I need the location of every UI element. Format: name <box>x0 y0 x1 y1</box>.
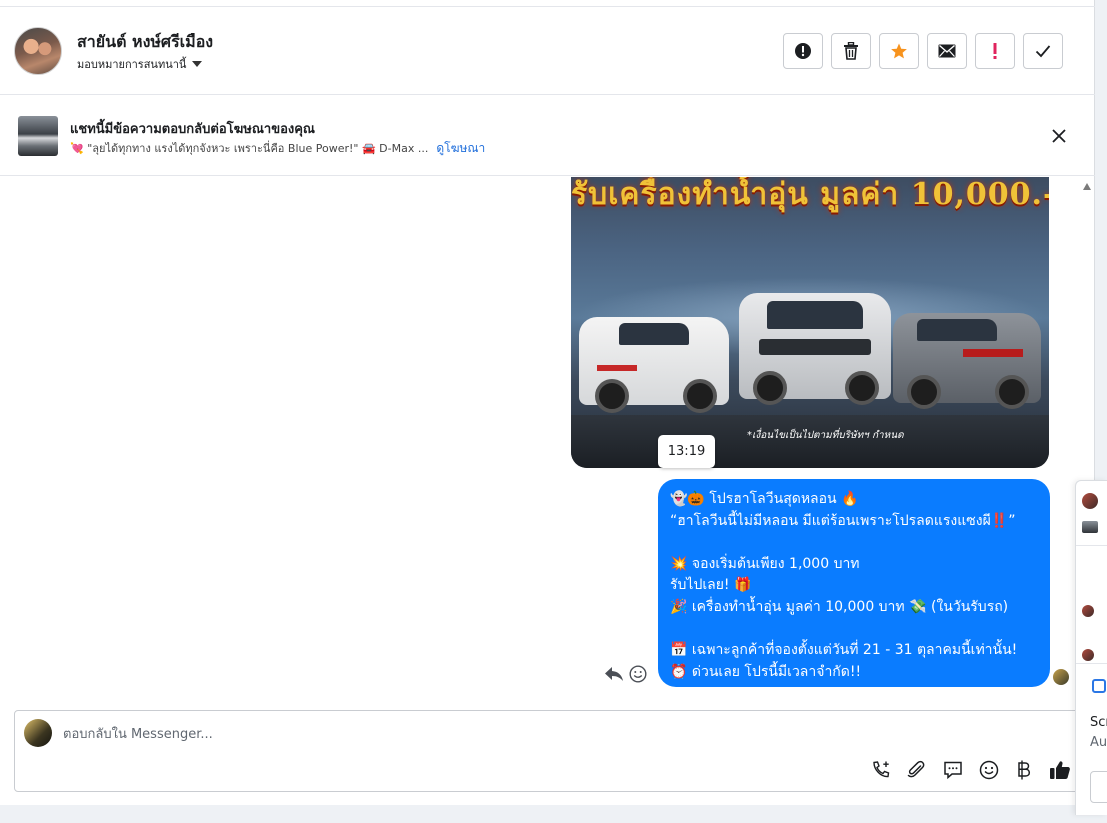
bubble-line: รับไปเลย! 🎁 <box>670 577 752 594</box>
star-button[interactable] <box>879 33 919 69</box>
ad-snippet: 💘 "ลุยได้ทุกทาง แรงได้ทุกจังหวะ เพราะนี่… <box>70 142 429 155</box>
assign-label: มอบหมายการสนทนานี้ <box>77 58 187 71</box>
panel-thumbnail <box>1082 521 1098 533</box>
view-ad-link[interactable]: ดูโฆษณา <box>436 139 485 158</box>
add-call-button[interactable] <box>870 759 892 781</box>
panel-app-icon <box>1092 679 1106 693</box>
promo-image-headline: รับเครื่องทำน้ำอุ่น มูลค่า 10,000.- <box>571 177 1049 212</box>
panel-button[interactable] <box>1090 771 1107 803</box>
message-timestamp: 13:19 <box>658 435 715 468</box>
saved-replies-button[interactable] <box>942 759 964 781</box>
mark-done-button[interactable] <box>1023 33 1063 69</box>
star-icon <box>891 43 907 59</box>
attach-button[interactable] <box>905 759 927 781</box>
contact-name[interactable]: สายันต์ หงษ์ศรีเมือง <box>77 30 213 55</box>
page-avatar <box>24 719 52 747</box>
reply-icon[interactable] <box>604 665 624 683</box>
panel-divider <box>1076 545 1107 546</box>
close-icon <box>1052 129 1066 143</box>
react-emoji-icon[interactable] <box>629 665 647 683</box>
thumbs-up-icon <box>1050 761 1070 779</box>
baht-payment-icon <box>1018 760 1031 780</box>
silver-pickup-center <box>739 293 891 405</box>
seen-receipt-avatar <box>1053 669 1069 685</box>
exclamation-icon <box>993 43 997 59</box>
bubble-line: 💥 จองเริ่มต้นเพียง 1,000 บาท <box>670 555 860 572</box>
ad-reply-banner: แชทนี้มีข้อความตอบกลับต่อโฆษณาของคุณ 💘 "… <box>0 96 1095 176</box>
bubble-line: 👻🎃 โปรฮาโลวีนสุดหลอน 🔥 <box>670 491 859 507</box>
payment-button[interactable] <box>1013 759 1035 781</box>
panel-avatar <box>1082 649 1094 661</box>
panel-avatar <box>1082 605 1094 617</box>
panel-divider <box>1076 663 1107 664</box>
trash-icon <box>844 42 858 60</box>
ad-banner-title: แชทนี้มีข้อความตอบกลับต่อโฆษณาของคุณ <box>70 122 315 137</box>
panel-subtext: Au <box>1090 735 1107 750</box>
like-button[interactable] <box>1049 759 1071 781</box>
envelope-icon <box>938 44 956 58</box>
bubble-line: 📅 เฉพาะลูกค้าที่จองตั้งแต่วันที่ 21 - 31… <box>670 642 1018 659</box>
emoji-icon <box>979 760 999 780</box>
grey-pickup-right <box>893 313 1041 409</box>
reply-input[interactable] <box>63 723 863 745</box>
white-pickup-left <box>579 317 729 413</box>
paperclip-icon <box>907 760 925 778</box>
outgoing-message-bubble[interactable]: 👻🎃 โปรฮาโลวีนสุดหลอน 🔥 “ฮาโลวีนนี้ไม่มีห… <box>658 479 1050 687</box>
contact-avatar[interactable] <box>14 27 62 75</box>
ad-banner-subline: 💘 "ลุยได้ทุกทาง แรงได้ทุกจังหวะ เพราะนี่… <box>70 139 485 158</box>
side-notification-panel: Scr Au <box>1075 480 1107 815</box>
assign-conversation-dropdown[interactable]: มอบหมายการสนทนานี้ <box>77 55 203 73</box>
message-thread[interactable]: รับเครื่องทำน้ำอุ่น มูลค่า 10,000.- *เงื… <box>0 177 1082 705</box>
check-icon <box>1035 45 1051 58</box>
bubble-line <box>670 532 1038 554</box>
bubble-line <box>670 619 1038 641</box>
add-call-icon <box>873 761 890 778</box>
scroll-up-arrow-icon[interactable] <box>1083 183 1091 190</box>
caret-down-icon <box>192 61 203 67</box>
conversation-header: สายันต์ หงษ์ศรีเมือง มอบหมายการสนทนานี้ <box>0 7 1095 95</box>
delete-button[interactable] <box>831 33 871 69</box>
saved-replies-icon <box>944 761 962 780</box>
panel-text: Scr <box>1090 715 1107 730</box>
close-banner-button[interactable] <box>1049 126 1069 146</box>
ad-thumbnail[interactable] <box>18 116 58 156</box>
exclamation-circle-icon <box>795 43 811 59</box>
reply-composer <box>14 710 1082 792</box>
bubble-line: ⏰ ด่วนเลย โปรนี้มีเวลาจำกัด!! <box>670 663 862 680</box>
emoji-button[interactable] <box>978 759 1000 781</box>
mark-unread-button[interactable] <box>927 33 967 69</box>
spam-button[interactable] <box>783 33 823 69</box>
follow-up-button[interactable] <box>975 33 1015 69</box>
promo-image-footnote: *เงื่อนไขเป็นไปตามที่บริษัทฯ กำหนด <box>747 430 904 441</box>
panel-avatar <box>1082 493 1098 509</box>
bubble-line: 🎉 เครื่องทำน้ำอุ่น มูลค่า 10,000 บาท 💸 (… <box>670 598 1009 615</box>
promo-image-message[interactable]: รับเครื่องทำน้ำอุ่น มูลค่า 10,000.- *เงื… <box>571 177 1049 468</box>
bubble-line: “ฮาโลวีนนี้ไม่มีหลอน มีแต่ร้อนเพราะโปรลด… <box>670 512 1016 529</box>
inbox-conversation-pane: สายันต์ หงษ์ศรีเมือง มอบหมายการสนทนานี้ <box>0 0 1095 805</box>
